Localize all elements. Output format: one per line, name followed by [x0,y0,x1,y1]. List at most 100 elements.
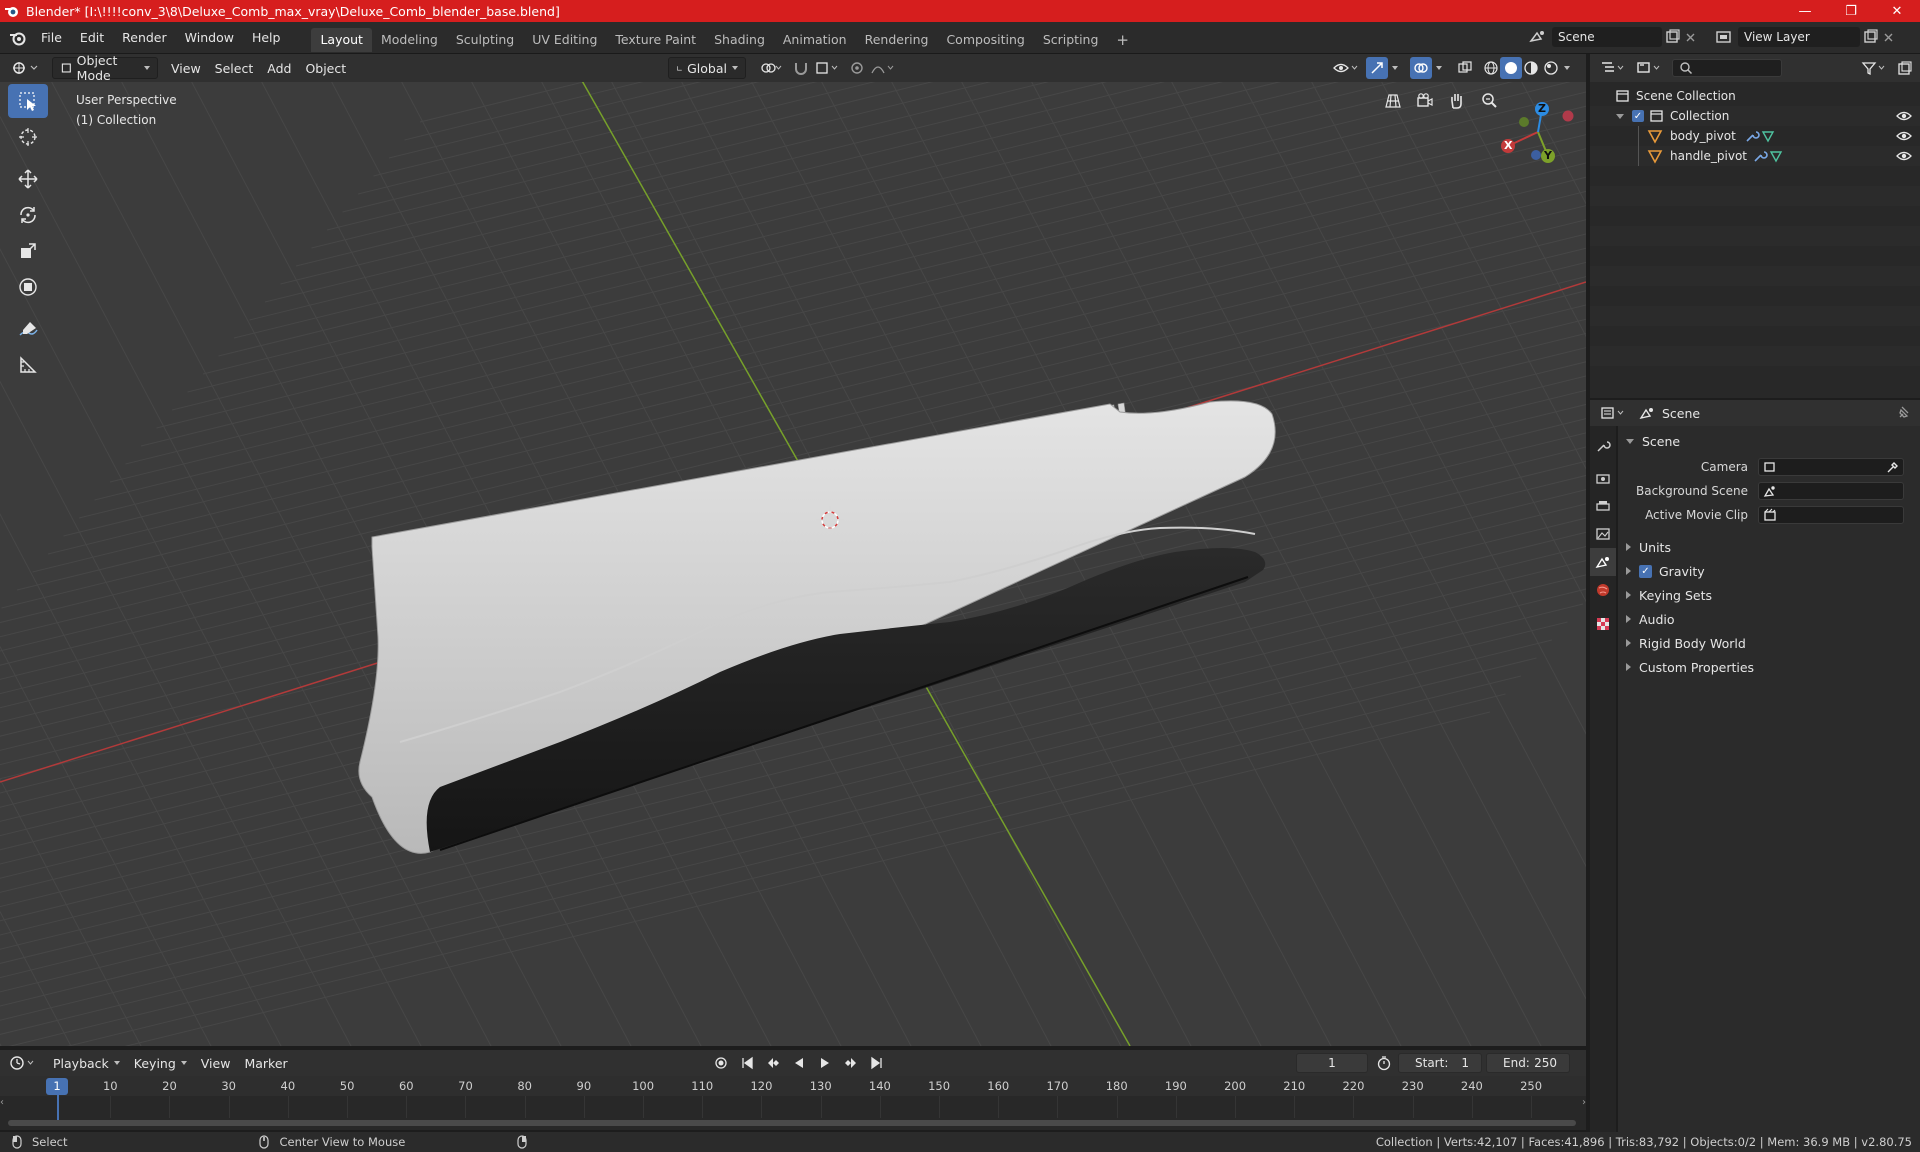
outliner-row-body-pivot[interactable]: body_pivot [1590,126,1920,146]
overlays-toggle-icon[interactable] [1410,57,1432,79]
tab-world[interactable] [1590,576,1616,604]
tab-animation[interactable]: Animation [774,28,856,52]
outliner-row-handle-pivot[interactable]: handle_pivot [1590,146,1920,166]
camera-view-icon[interactable] [1412,88,1438,114]
play-reverse-button[interactable] [788,1052,810,1074]
falloff-icon[interactable] [868,57,898,79]
end-frame-field[interactable]: End: 250 [1486,1053,1570,1073]
camera-field[interactable] [1758,458,1904,476]
tab-compositing[interactable]: Compositing [937,28,1033,52]
pin-icon[interactable] [1896,405,1912,421]
toggle-camera-view-grid-icon[interactable] [1380,88,1406,114]
background-scene-field[interactable] [1758,482,1904,500]
viewport-menu-view[interactable]: View [164,57,208,79]
snap-target-icon[interactable] [812,57,842,79]
cursor-tool[interactable] [8,120,48,154]
active-movie-clip-field[interactable] [1758,506,1904,524]
transform-orientation-selector[interactable]: Global [668,57,746,79]
shading-rendered-icon[interactable] [1540,57,1562,79]
timeline-menu-keying[interactable]: Keying [127,1052,194,1074]
tab-layout[interactable]: Layout [311,27,372,52]
shading-material-icon[interactable] [1520,57,1542,79]
tab-rendering[interactable]: Rendering [856,28,938,52]
gizmo-toggle-icon[interactable] [1366,57,1388,79]
menu-help[interactable]: Help [243,22,290,54]
menu-render[interactable]: Render [113,22,176,54]
timeline-menu-playback[interactable]: Playback [46,1052,127,1074]
record-button[interactable] [710,1052,732,1074]
eye-icon[interactable] [1896,110,1912,122]
blender-menu-icon[interactable] [4,28,32,48]
playhead[interactable]: 1 [46,1078,68,1095]
menu-edit[interactable]: Edit [71,22,113,54]
viewport-menu-object[interactable]: Object [298,57,353,79]
xray-toggle-icon[interactable] [1454,57,1476,79]
modifier-wrench-icon[interactable] [1744,129,1760,143]
new-view-layer-icon[interactable] [1860,27,1880,47]
select-box-tool[interactable] [8,84,48,118]
tab-output[interactable] [1590,492,1616,520]
display-mode-icon[interactable] [1634,57,1664,79]
panel-audio-header[interactable]: Audio [1618,608,1920,630]
maximize-button[interactable]: ❐ [1828,0,1874,22]
tab-scene[interactable] [1590,548,1616,576]
scroll-left-arrow-icon[interactable]: ‹ [0,1097,4,1108]
add-workspace-button[interactable]: + [1107,28,1138,52]
overlays-dropdown-icon[interactable] [1432,57,1446,79]
mode-selector[interactable]: Object Mode [52,53,158,83]
timeline-menu-view[interactable]: View [194,1052,238,1074]
pan-hand-icon[interactable] [1444,88,1470,114]
eye-icon[interactable] [1896,150,1912,162]
3d-viewport[interactable]: X Y Z User Perspective (1) Collection [0,82,1586,1046]
outliner-editor-type-icon[interactable] [1598,57,1628,79]
jump-end-button[interactable] [866,1052,888,1074]
visibility-selectability-icon[interactable] [1330,57,1362,79]
panel-gravity-header[interactable]: ✓ Gravity [1618,560,1920,582]
scroll-right-arrow-icon[interactable]: › [1582,1097,1586,1108]
collection-include-checkbox[interactable]: ✓ [1632,110,1644,122]
zoom-icon[interactable] [1476,88,1502,114]
proportional-edit-icon[interactable] [846,57,868,79]
pivot-point-icon[interactable] [756,57,786,79]
tab-modeling[interactable]: Modeling [372,28,447,52]
panel-custom-properties-header[interactable]: Custom Properties [1618,656,1920,678]
shading-wireframe-icon[interactable] [1480,57,1502,79]
gizmo-z-label[interactable]: Z [1538,102,1546,115]
tab-scripting[interactable]: Scripting [1034,28,1108,52]
outliner-row-collection[interactable]: ✓ Collection [1590,106,1920,126]
editor-type-3d-icon[interactable] [8,57,42,79]
timeline-editor-type-icon[interactable] [8,1052,40,1074]
new-scene-icon[interactable] [1662,27,1682,47]
next-keyframe-button[interactable] [840,1052,862,1074]
view-layer-icon[interactable] [1712,27,1738,47]
snap-icon[interactable] [790,57,812,79]
jump-start-button[interactable] [736,1052,758,1074]
tab-render[interactable] [1590,464,1616,492]
shading-solid-icon[interactable] [1500,57,1522,79]
tab-tool[interactable] [1590,432,1616,460]
transform-tool[interactable] [8,270,48,304]
panel-keying-sets-header[interactable]: Keying Sets [1618,584,1920,606]
tab-texture[interactable] [1590,610,1616,638]
tab-sculpting[interactable]: Sculpting [447,28,523,52]
gravity-checkbox[interactable]: ✓ [1639,564,1652,578]
outliner-row-scene-collection[interactable]: Scene Collection [1590,86,1920,106]
start-frame-field[interactable]: Start: 1 [1398,1053,1482,1073]
menu-window[interactable]: Window [176,22,243,54]
close-button[interactable]: ✕ [1874,0,1920,22]
timeline-scrollbar[interactable] [8,1120,1576,1126]
play-button[interactable] [814,1052,836,1074]
panel-units-header[interactable]: Units [1618,536,1920,558]
eyedropper-icon[interactable] [1886,460,1900,474]
rotate-tool[interactable] [8,198,48,232]
minimize-button[interactable]: — [1782,0,1828,22]
stopwatch-icon[interactable] [1376,1055,1392,1071]
move-tool[interactable] [8,162,48,196]
delete-scene-icon[interactable] [1682,27,1700,47]
shading-dropdown-icon[interactable] [1560,57,1574,79]
mesh-data-icon[interactable] [1768,149,1784,163]
tab-texture-paint[interactable]: Texture Paint [606,28,705,52]
panel-scene-header[interactable]: Scene [1618,430,1920,452]
prev-keyframe-button[interactable] [762,1052,784,1074]
eye-icon[interactable] [1896,130,1912,142]
